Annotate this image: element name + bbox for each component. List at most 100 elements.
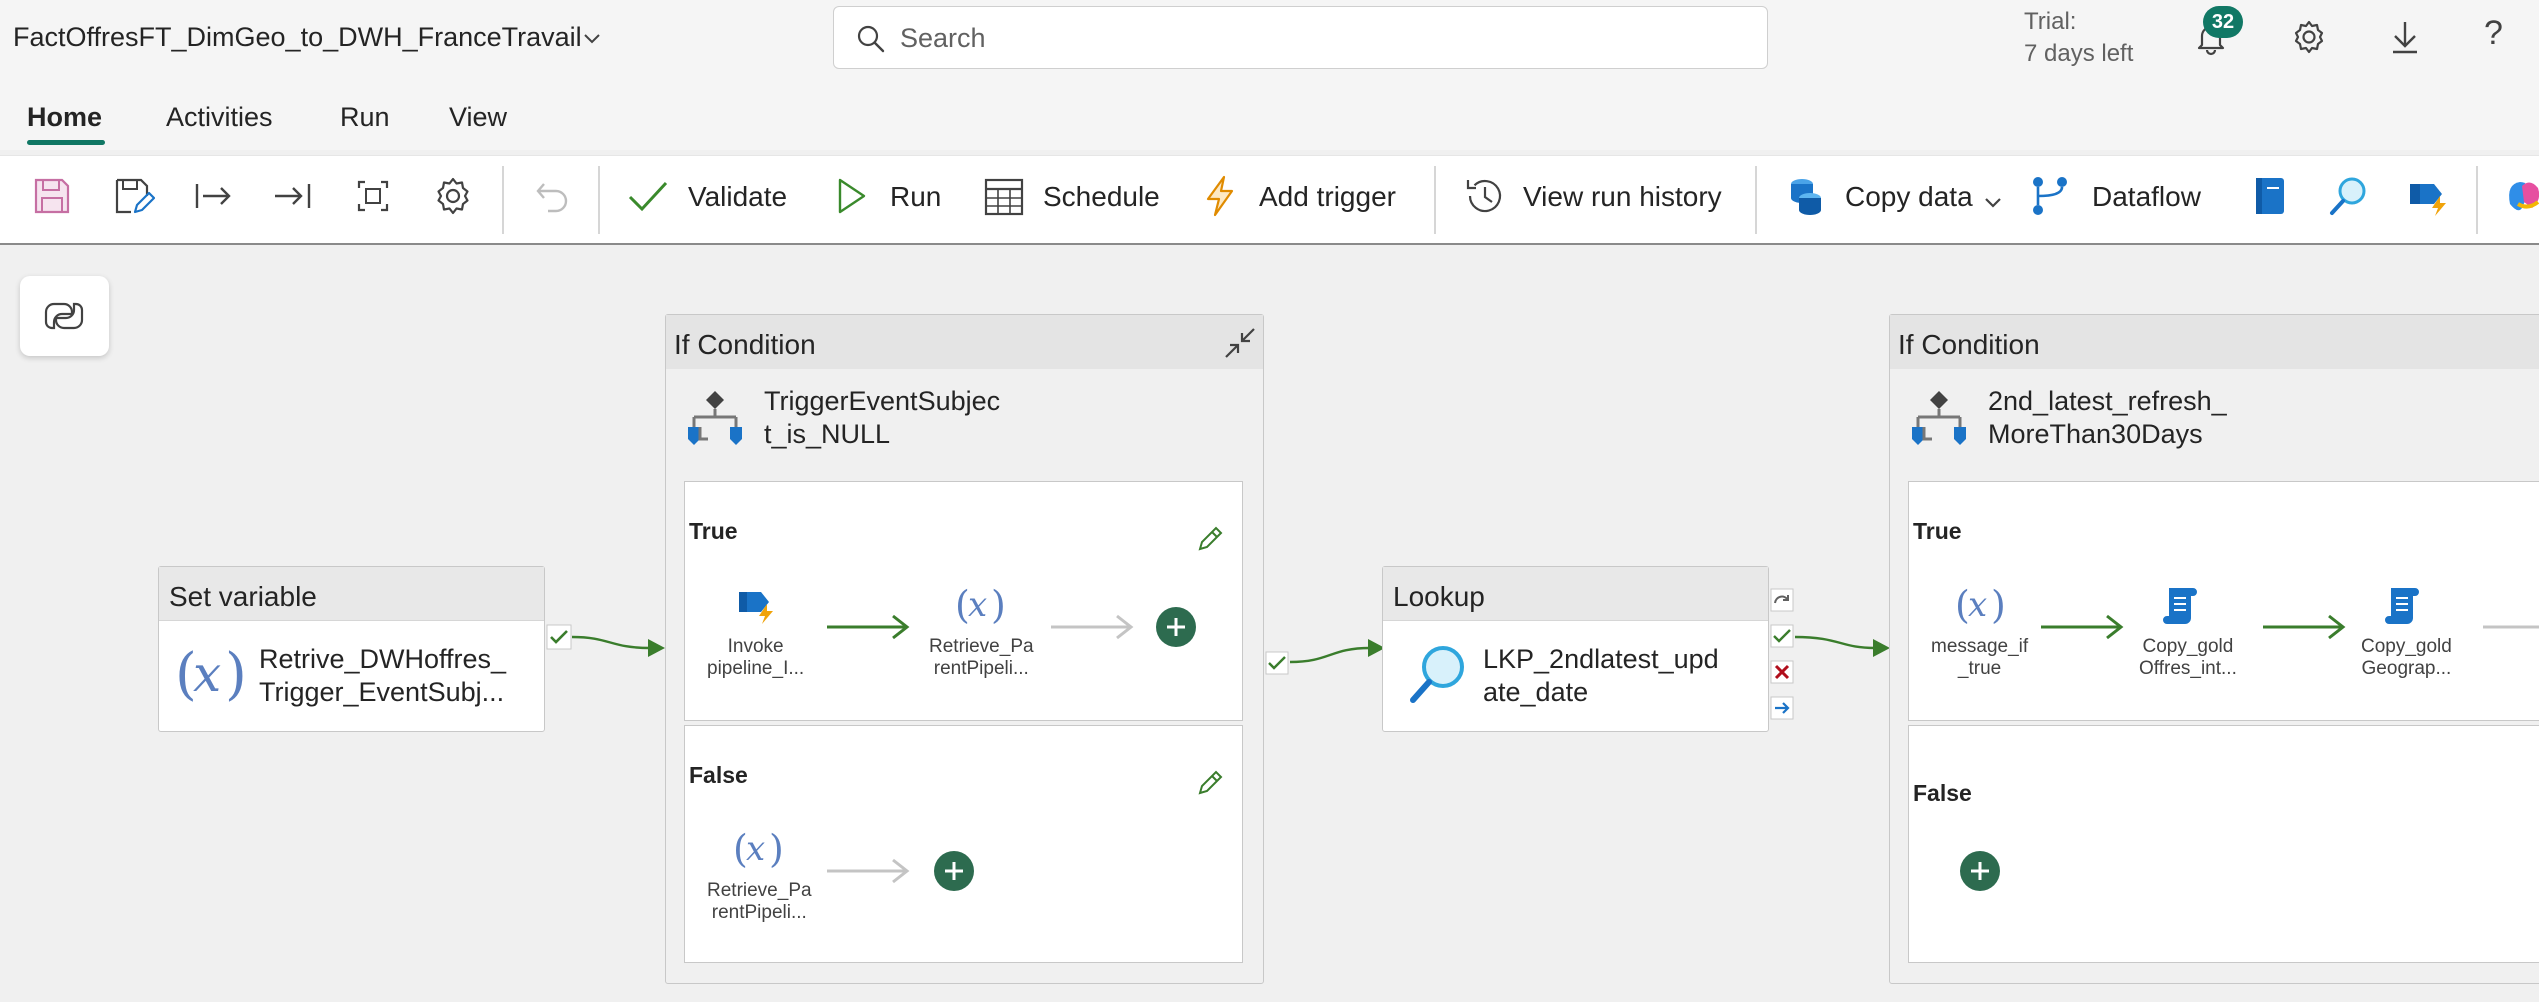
tab-activities[interactable]: Activities [166, 102, 273, 133]
svg-text:): ) [1991, 583, 2006, 627]
edit-pencil-icon[interactable] [1195, 524, 1225, 554]
notebook-icon[interactable] [2247, 174, 2291, 218]
calendar-icon[interactable] [982, 174, 1026, 218]
search-icon [857, 25, 885, 53]
add-activity-plus-icon[interactable] [933, 850, 975, 892]
false-branch-label: False [1913, 780, 1972, 806]
svg-text:): ) [225, 643, 245, 707]
activity-label: Copy_gold Geograp... [2361, 636, 2452, 679]
add-activity-plus-icon[interactable] [1959, 850, 2001, 892]
svg-text:x: x [193, 645, 221, 703]
chevron-down-icon[interactable] [580, 26, 604, 50]
schedule-button[interactable]: Schedule [1043, 181, 1160, 213]
save-as-icon[interactable] [111, 174, 155, 218]
run-play-icon[interactable] [830, 174, 874, 218]
toolbar-separator [1755, 166, 1757, 234]
success-connector [2263, 614, 2346, 640]
variable-x-icon: ( x ) [175, 643, 245, 707]
chevron-down-icon[interactable] [1981, 190, 2005, 214]
inactive-connector [1051, 614, 1134, 640]
undo-icon[interactable] [530, 174, 574, 218]
lightning-bolt-icon[interactable] [1198, 174, 1242, 218]
add-activity-plus-icon[interactable] [1155, 606, 1197, 648]
inactive-connector [827, 858, 910, 884]
ribbon-tab-bar: Home Activities Run View [0, 82, 2539, 150]
copy-data-cylinder-icon[interactable] [1784, 174, 1828, 218]
trial-days-left: 7 days left [2024, 40, 2134, 67]
lookup-magnifier-icon[interactable] [2326, 174, 2370, 218]
download-icon[interactable] [2387, 18, 2423, 56]
dataflow-button[interactable]: Dataflow [2092, 181, 2201, 213]
success-output-check-icon[interactable] [1770, 624, 1794, 648]
tab-run[interactable]: Run [340, 102, 390, 133]
toolbar-separator [502, 166, 504, 234]
trial-status-label: Trial: [2024, 8, 2077, 35]
notification-count-badge[interactable]: 32 [2203, 6, 2243, 38]
variable-x-icon[interactable]: ( x ) [733, 826, 785, 872]
view-run-history-button[interactable]: View run history [1523, 181, 1722, 213]
false-branch-container[interactable]: False [1908, 725, 2539, 963]
align-right-arrow-icon[interactable] [271, 174, 315, 218]
activity-name-line2: ate_date [1483, 677, 1589, 707]
completion-output-arrow-icon[interactable] [1770, 696, 1794, 720]
history-clock-icon[interactable] [1462, 174, 1506, 218]
activity-type-label: Lookup [1383, 567, 1768, 621]
true-branch-label: True [689, 518, 738, 544]
help-icon[interactable]: ? [2484, 14, 2503, 53]
copilot-icon [44, 302, 84, 330]
search-box[interactable] [833, 6, 1768, 69]
search-input[interactable] [900, 19, 1720, 57]
validate-button[interactable]: Validate [688, 181, 787, 213]
failure-output-x-icon[interactable] [1770, 660, 1794, 684]
activity-type-label: Set variable [159, 567, 544, 621]
add-trigger-button[interactable]: Add trigger [1259, 181, 1396, 213]
pipeline-title[interactable]: FactOffresFT_DimGeo_to_DWH_FranceTravail [13, 22, 582, 53]
variable-x-icon[interactable]: ( x ) [955, 582, 1007, 628]
activity-name-line1: 2nd_latest_refresh_ [1988, 386, 2227, 416]
edit-pencil-icon[interactable] [1195, 768, 1225, 798]
if-condition-activity[interactable]: If Condition TriggerEventSubjec t_is_NUL… [665, 314, 1264, 984]
invoke-pipeline-icon[interactable] [735, 586, 779, 626]
copilot-icon[interactable] [2500, 174, 2539, 218]
if-condition-icon [688, 391, 742, 445]
false-branch-container[interactable]: False ( x ) Retrieve_Pa rentPipeli... [684, 725, 1243, 963]
settings-gear-icon[interactable] [2290, 18, 2328, 56]
validate-check-icon[interactable] [626, 174, 670, 218]
success-output-check-icon[interactable] [1265, 651, 1289, 675]
activity-name-line2: MoreThan30Days [1988, 419, 2203, 449]
skip-output-icon[interactable] [1770, 588, 1794, 612]
activity-label: message_if _true [1931, 636, 2029, 679]
true-branch-container[interactable]: True Invoke pipeline_I... ( x ) Retrieve_… [684, 481, 1243, 721]
fit-to-screen-icon[interactable] [351, 174, 395, 218]
copy-data-button[interactable]: Copy data [1845, 181, 1973, 213]
tab-home[interactable]: Home [27, 102, 102, 133]
align-left-arrow-icon[interactable] [191, 174, 235, 218]
copy-script-icon[interactable] [2161, 584, 2201, 626]
activity-label: Invoke pipeline_I... [707, 636, 805, 679]
activity-label: Retrieve_Pa rentPipeli... [707, 880, 812, 923]
activity-name-line1: Retrive_DWHoffres_ [259, 644, 507, 674]
true-branch-container[interactable]: True ( x ) message_if _true Copy_gold Offr… [1908, 481, 2539, 721]
invoke-pipeline-icon[interactable] [2406, 174, 2450, 218]
tab-view[interactable]: View [449, 102, 507, 133]
activity-name-line2: Trigger_EventSubj... [259, 677, 505, 707]
selected-tab-indicator [27, 140, 105, 145]
variable-x-icon[interactable]: ( x ) [1955, 582, 2007, 628]
lookup-activity[interactable]: Lookup LKP_2ndlatest_upd ate_date [1382, 566, 1769, 732]
activity-type-label: If Condition [1890, 315, 2539, 369]
run-button[interactable]: Run [890, 181, 941, 213]
success-output-check-icon[interactable] [546, 624, 572, 650]
if-condition-activity[interactable]: If Condition 2nd_latest_refresh_ MoreTha… [1889, 314, 2539, 984]
set-variable-activity[interactable]: Set variable ( x ) Retrive_DWHoffres_ Tr… [158, 566, 545, 732]
collapse-icon[interactable] [1222, 325, 1258, 361]
pipeline-settings-gear-icon[interactable] [431, 174, 475, 218]
save-icon[interactable] [30, 174, 74, 218]
activity-type-label: If Condition [666, 315, 1263, 369]
activity-label: Retrieve_Pa rentPipeli... [929, 636, 1034, 679]
svg-text:): ) [991, 583, 1006, 627]
copy-script-icon[interactable] [2383, 584, 2423, 626]
copilot-button[interactable] [20, 276, 109, 356]
if-condition-icon [1912, 391, 1966, 445]
dataflow-icon[interactable] [2028, 174, 2072, 218]
svg-text:): ) [769, 827, 784, 871]
